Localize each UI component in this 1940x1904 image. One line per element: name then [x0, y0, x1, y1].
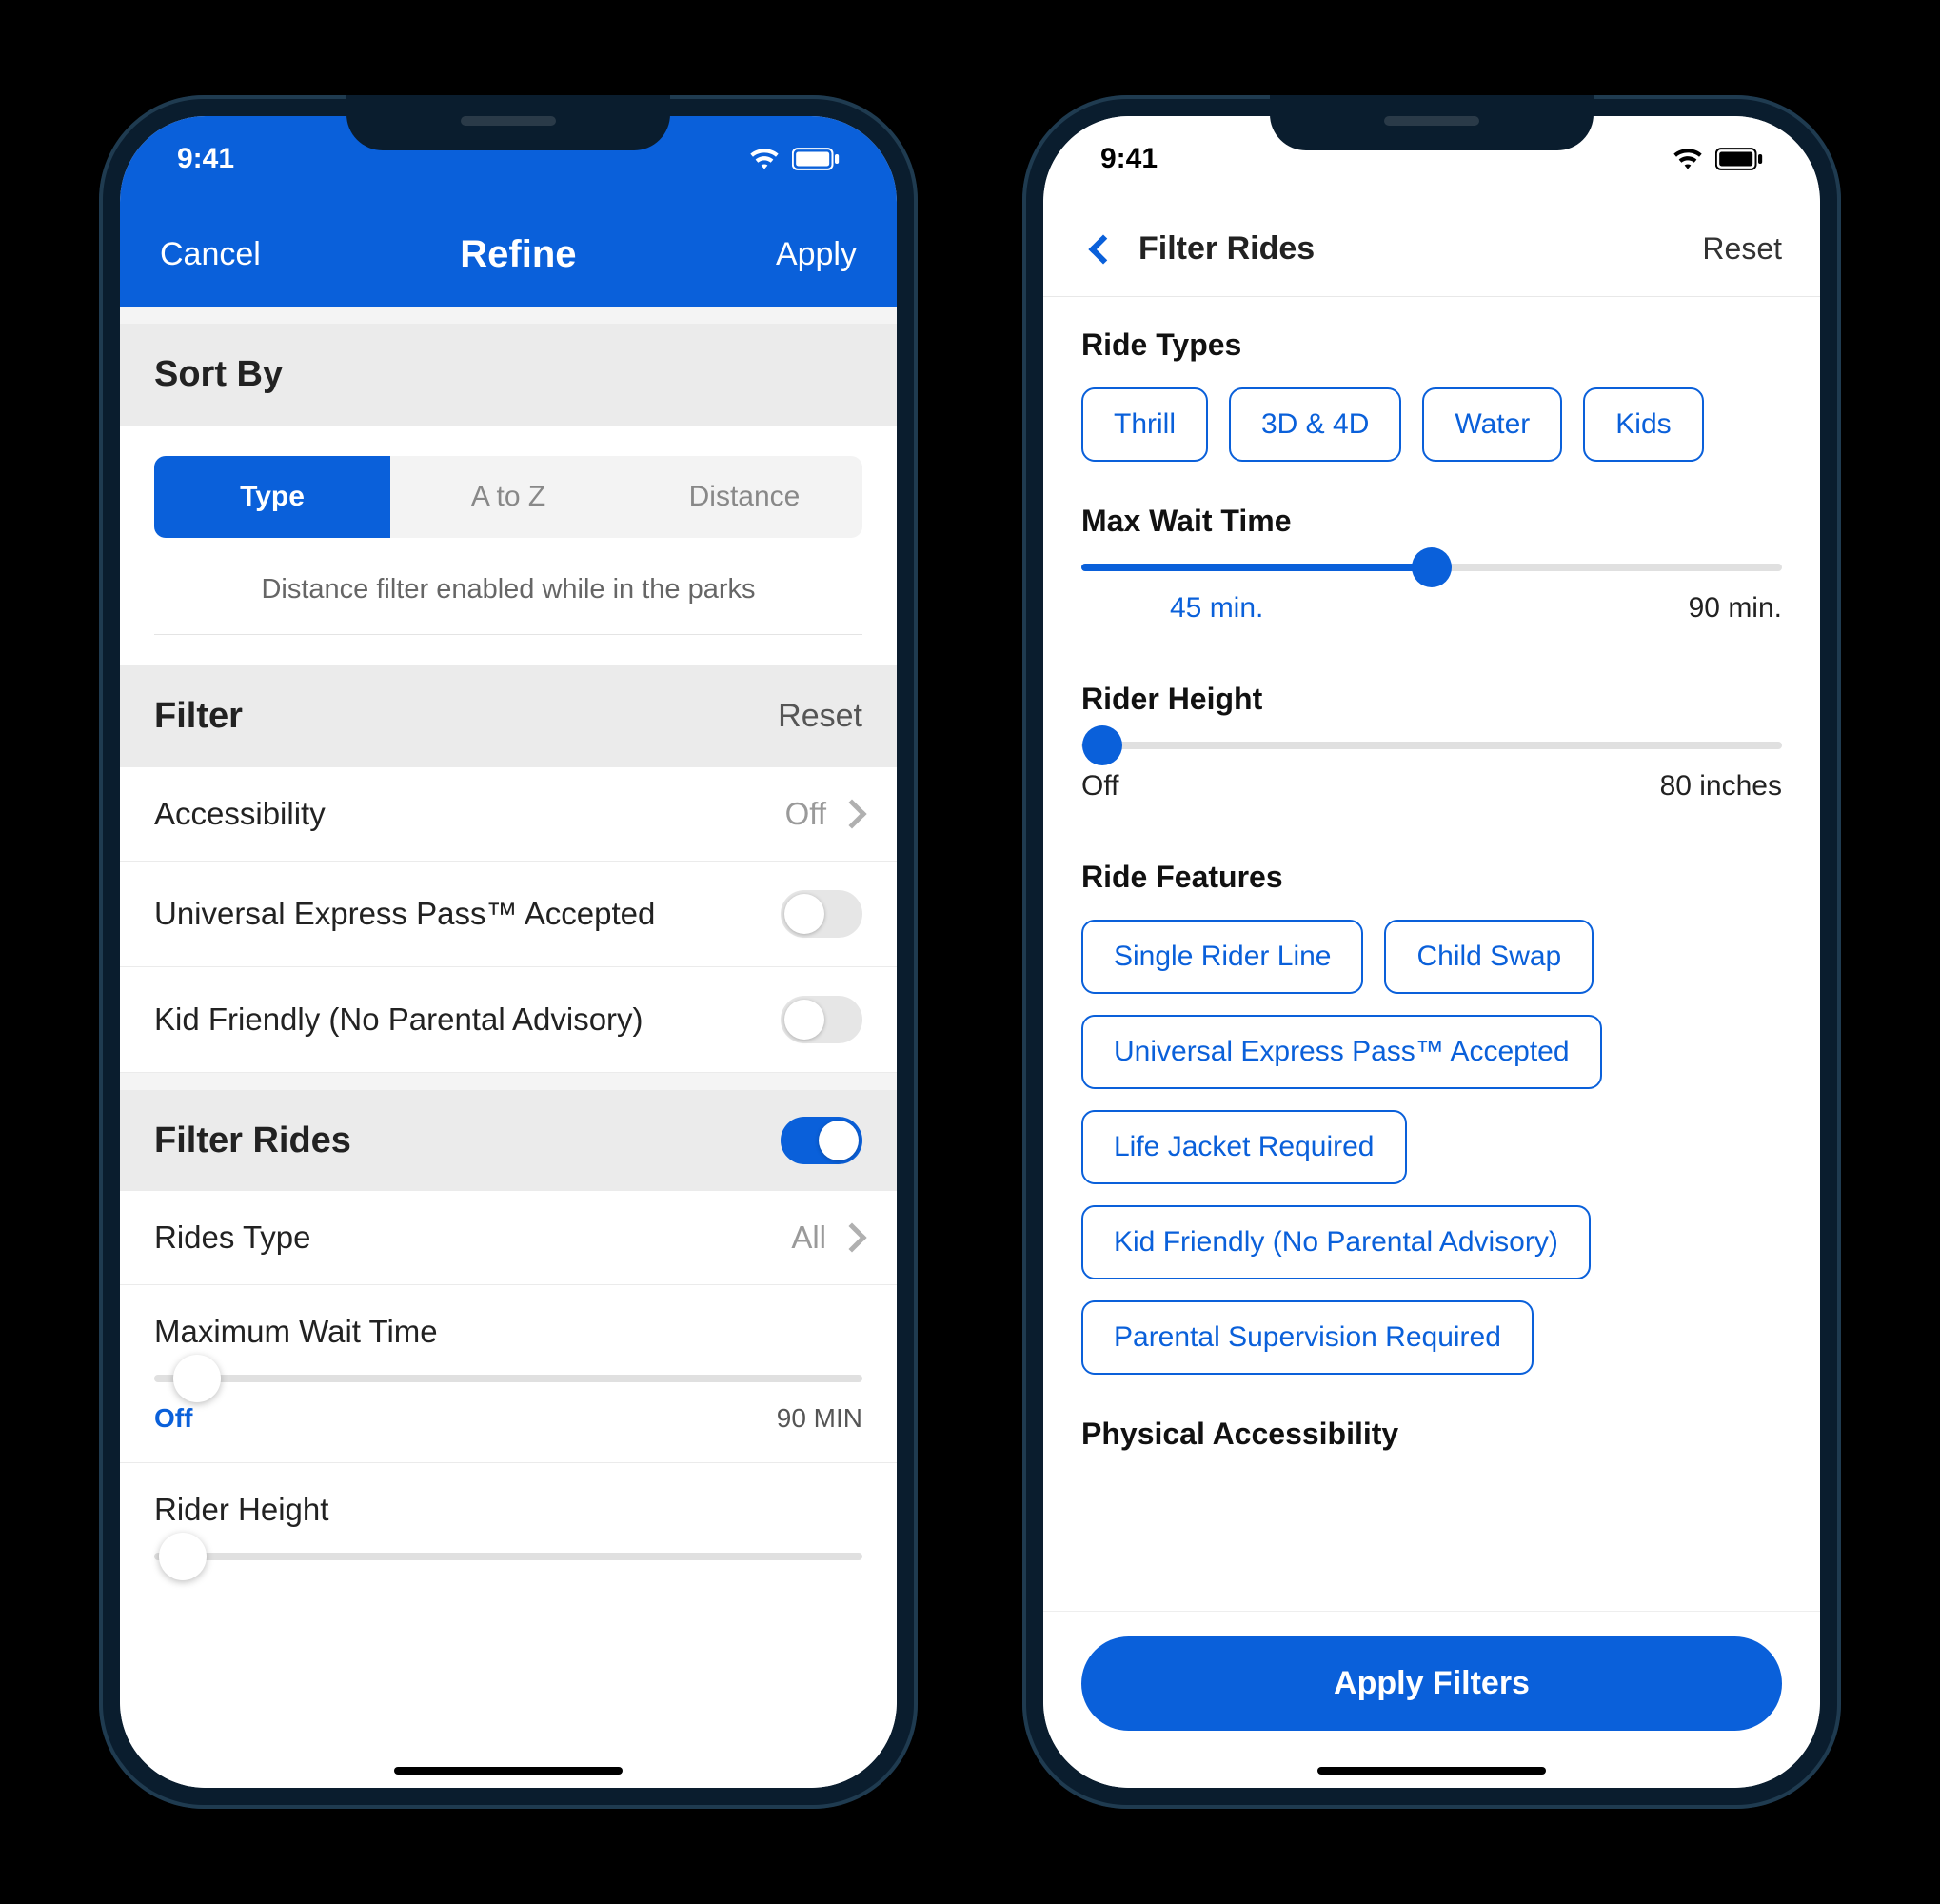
chip-life-jacket[interactable]: Life Jacket Required [1081, 1110, 1407, 1184]
sort-header: Sort By [120, 324, 897, 426]
screen-right: 9:41 Filter Rides Reset Ride Types Thril… [1043, 116, 1820, 1788]
express-row: Universal Express Pass™ Accepted [120, 862, 897, 967]
status-time: 9:41 [177, 143, 234, 175]
wait-slider[interactable] [154, 1375, 862, 1382]
sort-header-label: Sort By [154, 354, 283, 395]
height-min-label: Off [1081, 770, 1118, 803]
height-label: Rider Height [154, 1492, 862, 1528]
sort-segmented: Type A to Z Distance [154, 456, 862, 538]
accessibility-value: Off [785, 796, 826, 832]
sort-seg-atoz[interactable]: A to Z [390, 456, 626, 538]
filter-header: Filter Reset [120, 665, 897, 767]
chip-express-pass[interactable]: Universal Express Pass™ Accepted [1081, 1015, 1602, 1089]
filter-rides-header: Filter Rides [120, 1090, 897, 1191]
wifi-icon [1672, 148, 1704, 170]
chip-thrill[interactable]: Thrill [1081, 387, 1208, 462]
filter-reset-button[interactable]: Reset [778, 698, 862, 735]
phone-frame-left: 9:41 Cancel Refine Apply Sort By Type A … [99, 95, 918, 1809]
features-label: Ride Features [1081, 860, 1782, 895]
apply-button[interactable]: Apply [776, 236, 857, 273]
rides-type-row[interactable]: Rides Type All [120, 1191, 897, 1285]
wait-label: Maximum Wait Time [154, 1314, 862, 1350]
sort-hint: Distance filter enabled while in the par… [154, 574, 862, 605]
battery-icon [1715, 148, 1763, 170]
express-label: Universal Express Pass™ Accepted [154, 896, 655, 932]
wifi-icon [748, 148, 781, 170]
sort-seg-type[interactable]: Type [154, 456, 390, 538]
phone-frame-right: 9:41 Filter Rides Reset Ride Types Thril… [1022, 95, 1841, 1809]
notch [346, 95, 670, 150]
chip-water[interactable]: Water [1422, 387, 1562, 462]
filter-rides-toggle[interactable] [781, 1117, 862, 1164]
chevron-right-icon [837, 1222, 866, 1252]
chip-kid-friendly[interactable]: Kid Friendly (No Parental Advisory) [1081, 1205, 1591, 1279]
wait-value-label: 45 min. [1170, 592, 1263, 625]
height-slider[interactable] [154, 1553, 862, 1560]
status-icons [1672, 148, 1763, 170]
kidfriendly-row: Kid Friendly (No Parental Advisory) [120, 967, 897, 1073]
sort-seg-distance[interactable]: Distance [626, 456, 862, 538]
height-max-label: 80 inches [1660, 770, 1782, 803]
rides-type-value: All [791, 1220, 826, 1256]
chevron-left-icon [1088, 234, 1118, 264]
wait-max-label: 90 MIN [777, 1403, 862, 1434]
nav-title: Filter Rides [1138, 230, 1315, 268]
battery-icon [792, 148, 840, 170]
ride-types-label: Ride Types [1081, 327, 1782, 363]
content-right: Ride Types Thrill 3D & 4D Water Kids Max… [1043, 297, 1820, 1611]
home-indicator[interactable] [394, 1767, 623, 1775]
height-label: Rider Height [1081, 682, 1782, 717]
status-time: 9:41 [1100, 143, 1158, 175]
nav-bar: Filter Rides Reset [1043, 202, 1820, 297]
chip-parental-supervision[interactable]: Parental Supervision Required [1081, 1300, 1534, 1375]
ride-types-chips: Thrill 3D & 4D Water Kids [1081, 387, 1782, 462]
wait-label: Max Wait Time [1081, 504, 1782, 539]
chip-child-swap[interactable]: Child Swap [1384, 920, 1594, 994]
accessibility-row[interactable]: Accessibility Off [120, 767, 897, 862]
screen-left: 9:41 Cancel Refine Apply Sort By Type A … [120, 116, 897, 1788]
express-toggle[interactable] [781, 890, 862, 938]
footer: Apply Filters [1043, 1611, 1820, 1788]
cancel-button[interactable]: Cancel [160, 236, 261, 273]
apply-filters-button[interactable]: Apply Filters [1081, 1636, 1782, 1731]
status-icons [748, 148, 840, 170]
nav-title: Refine [460, 233, 576, 276]
filter-header-label: Filter [154, 696, 243, 737]
wait-slider[interactable] [1081, 564, 1782, 571]
features-chips: Single Rider Line Child Swap Universal E… [1081, 920, 1782, 1375]
home-indicator[interactable] [1317, 1767, 1546, 1775]
chevron-right-icon [837, 799, 866, 828]
kidfriendly-toggle[interactable] [781, 996, 862, 1043]
kidfriendly-label: Kid Friendly (No Parental Advisory) [154, 1002, 643, 1038]
chip-kids[interactable]: Kids [1583, 387, 1703, 462]
wait-min-label: Off [154, 1403, 192, 1434]
rides-type-label: Rides Type [154, 1220, 310, 1256]
reset-button[interactable]: Reset [1702, 231, 1782, 267]
chip-3d4d[interactable]: 3D & 4D [1229, 387, 1401, 462]
accessibility-label: Accessibility [154, 796, 326, 832]
nav-bar: Cancel Refine Apply [120, 202, 897, 307]
wait-max-label: 90 min. [1689, 592, 1782, 625]
height-slider[interactable] [1081, 742, 1782, 749]
content-left: Sort By Type A to Z Distance Distance fi… [120, 307, 897, 1788]
notch [1270, 95, 1594, 150]
chip-single-rider[interactable]: Single Rider Line [1081, 920, 1363, 994]
filter-rides-label: Filter Rides [154, 1121, 351, 1161]
back-button[interactable] [1081, 229, 1119, 269]
accessibility-label: Physical Accessibility [1081, 1417, 1782, 1452]
